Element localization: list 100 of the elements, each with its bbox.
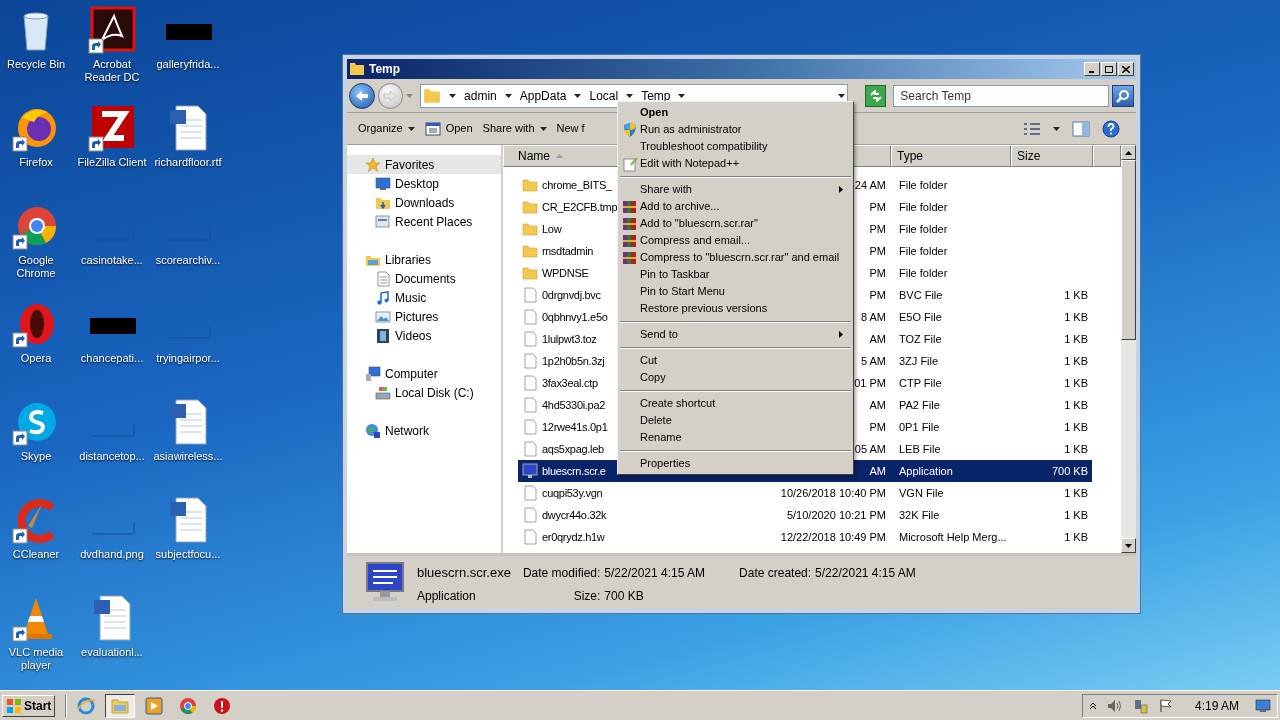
minimize-button[interactable] bbox=[1084, 62, 1100, 76]
menu-item[interactable]: Pin to Start Menu bbox=[620, 283, 851, 300]
nav-item[interactable]: Desktop bbox=[347, 174, 501, 193]
breadcrumb-item[interactable]: Temp bbox=[641, 86, 671, 105]
nav-item[interactable]: Network bbox=[347, 421, 501, 440]
nav-item[interactable]: Pictures bbox=[347, 307, 501, 326]
file-date: AM bbox=[869, 331, 886, 347]
menu-item[interactable]: Run as administrator bbox=[620, 121, 851, 138]
menu-item[interactable]: Restore previous versions bbox=[620, 300, 851, 317]
desktop-shortcut-icon[interactable] bbox=[88, 6, 136, 54]
menu-item[interactable]: Cut bbox=[620, 352, 851, 369]
file-name[interactable]: bluescrn.scr.e bbox=[542, 462, 606, 480]
toolbar-button[interactable]: Share with bbox=[479, 116, 550, 141]
chrome-icon[interactable] bbox=[178, 695, 199, 716]
search-field[interactable]: Search Temp bbox=[893, 84, 1110, 107]
nav-item[interactable]: Local Disk (C:) bbox=[347, 383, 501, 402]
desktop-icon-label: richardfloor.rtf bbox=[153, 156, 223, 169]
breadcrumb-item[interactable]: AppData bbox=[519, 86, 567, 105]
nav-item[interactable]: Documents bbox=[347, 269, 501, 288]
menu-item[interactable]: Delete bbox=[620, 412, 851, 429]
menu-item[interactable]: Rename bbox=[620, 429, 851, 446]
menu-item[interactable]: Troubleshoot compatibility bbox=[620, 138, 851, 155]
file-date: 8 AM bbox=[860, 309, 886, 325]
breadcrumb-caret-icon bbox=[626, 93, 634, 98]
detail-value: 5/22/2021 4:15 AM bbox=[815, 565, 916, 582]
detail-value: 5/22/2021 4:15 AM bbox=[604, 565, 706, 582]
file-name[interactable]: cuqpi53y.vgn bbox=[542, 484, 603, 502]
file-name[interactable]: dwycr44o.32k bbox=[542, 506, 607, 524]
menu-item[interactable]: Compress and email... bbox=[620, 232, 851, 249]
nav-item[interactable]: Music bbox=[347, 288, 501, 307]
chevron-up-icon[interactable] bbox=[1088, 701, 1097, 710]
column-header[interactable]: Size bbox=[1011, 145, 1093, 167]
toolbar-button[interactable]: Organize bbox=[355, 116, 418, 141]
menu-item[interactable]: Copy bbox=[620, 369, 851, 386]
close-button[interactable] bbox=[1118, 62, 1134, 76]
flag-icon[interactable] bbox=[1158, 698, 1173, 713]
scrollbar[interactable] bbox=[1121, 145, 1136, 553]
menu-item[interactable]: Share with bbox=[620, 181, 851, 198]
menu-item[interactable]: Edit with Notepad++ bbox=[620, 155, 851, 172]
clock[interactable]: 4:19 AM bbox=[1194, 696, 1239, 715]
desktop-icon-label: VLC media player bbox=[7, 646, 65, 672]
taskbar-app[interactable] bbox=[105, 693, 136, 718]
help-icon[interactable] bbox=[1102, 119, 1120, 138]
file-name[interactable]: er0qrydz.h1w bbox=[542, 528, 605, 546]
menu-item[interactable]: Compress to "bluescrn.scr.rar" and email bbox=[620, 249, 851, 266]
preview-pane-icon[interactable] bbox=[1072, 120, 1090, 137]
nav-item[interactable]: Libraries bbox=[347, 250, 501, 269]
archive-books-icon bbox=[622, 215, 638, 232]
desktop-icon-label: Google Chrome bbox=[15, 254, 57, 280]
file-name[interactable]: aqs5xpag.leb bbox=[542, 440, 604, 458]
desktop-icon-label: Firefox bbox=[18, 156, 54, 169]
file-name[interactable]: Low bbox=[542, 220, 562, 238]
desktop-shortcut-icon[interactable] bbox=[88, 104, 136, 152]
file-name[interactable]: WPDNSE bbox=[542, 264, 589, 282]
nav-item[interactable]: Downloads bbox=[347, 193, 501, 212]
nav-item[interactable]: Favorites bbox=[347, 155, 501, 174]
search-button[interactable] bbox=[1112, 84, 1134, 107]
file-size: 1 KB bbox=[1064, 331, 1088, 347]
speaker-icon[interactable] bbox=[1106, 698, 1123, 713]
file-date: 24 AM bbox=[854, 177, 886, 193]
play-icon[interactable] bbox=[144, 695, 165, 716]
breadcrumb-item[interactable]: Local bbox=[589, 86, 619, 105]
file-name[interactable]: 0qbhnvy1.e5o bbox=[542, 308, 608, 326]
maximize-button[interactable] bbox=[1101, 62, 1117, 76]
file-name[interactable]: 3fax3eal.ctp bbox=[542, 374, 598, 392]
start-button[interactable]: Start bbox=[2, 694, 56, 717]
file-name[interactable]: chrome_BITS_ bbox=[542, 176, 612, 194]
network-icon[interactable] bbox=[1132, 697, 1149, 714]
refresh-button[interactable] bbox=[864, 84, 887, 107]
menu-item[interactable]: Pin to Taskbar bbox=[620, 266, 851, 283]
file-name[interactable]: 1p2h0b5n.3zj bbox=[542, 352, 605, 370]
nav-item[interactable]: Recent Places bbox=[347, 212, 501, 231]
menu-item[interactable]: Create shortcut bbox=[620, 395, 851, 412]
menu-item[interactable]: Add to archive... bbox=[620, 198, 851, 215]
file-type: Microsoft Help Merg... bbox=[899, 529, 1007, 545]
monitor-icon bbox=[365, 561, 405, 603]
nav-item[interactable]: Videos bbox=[347, 326, 501, 345]
file-name[interactable]: msdtadmin bbox=[542, 242, 594, 260]
file-name[interactable]: 12rwe41s.0p1 bbox=[542, 418, 608, 436]
file-size: 1 KB bbox=[1064, 485, 1088, 501]
file-size: 1 KB bbox=[1064, 353, 1088, 369]
menu-item[interactable]: Properties bbox=[620, 455, 851, 472]
file-name[interactable]: 1lulpwt3.toz bbox=[542, 330, 597, 348]
breadcrumb-item[interactable]: admin bbox=[464, 86, 497, 105]
file-size: 1 KB bbox=[1064, 375, 1088, 391]
nav-item[interactable]: Computer bbox=[347, 364, 501, 383]
file-size: 1 KB bbox=[1064, 309, 1088, 325]
menu-item[interactable]: Send to bbox=[620, 326, 851, 343]
toolbar-button[interactable]: New f bbox=[553, 116, 588, 141]
archive-books-icon bbox=[622, 249, 638, 266]
toolbar-button[interactable]: Open bbox=[421, 116, 476, 141]
show-desktop-icon[interactable] bbox=[1255, 698, 1271, 713]
back-button[interactable] bbox=[349, 82, 375, 109]
file-name[interactable]: 4hd5330i.pa2 bbox=[542, 396, 606, 414]
detail-value: 700 KB bbox=[604, 588, 645, 605]
view-list-icon[interactable] bbox=[1023, 121, 1041, 136]
column-header[interactable]: Type bbox=[891, 145, 1011, 167]
file-name[interactable]: 0drgnvdj.bvc bbox=[542, 286, 601, 304]
menu-item[interactable]: Add to "bluescrn.scr.rar" bbox=[620, 215, 851, 232]
file-name[interactable]: CR_E2CFB.tmp bbox=[542, 198, 618, 216]
